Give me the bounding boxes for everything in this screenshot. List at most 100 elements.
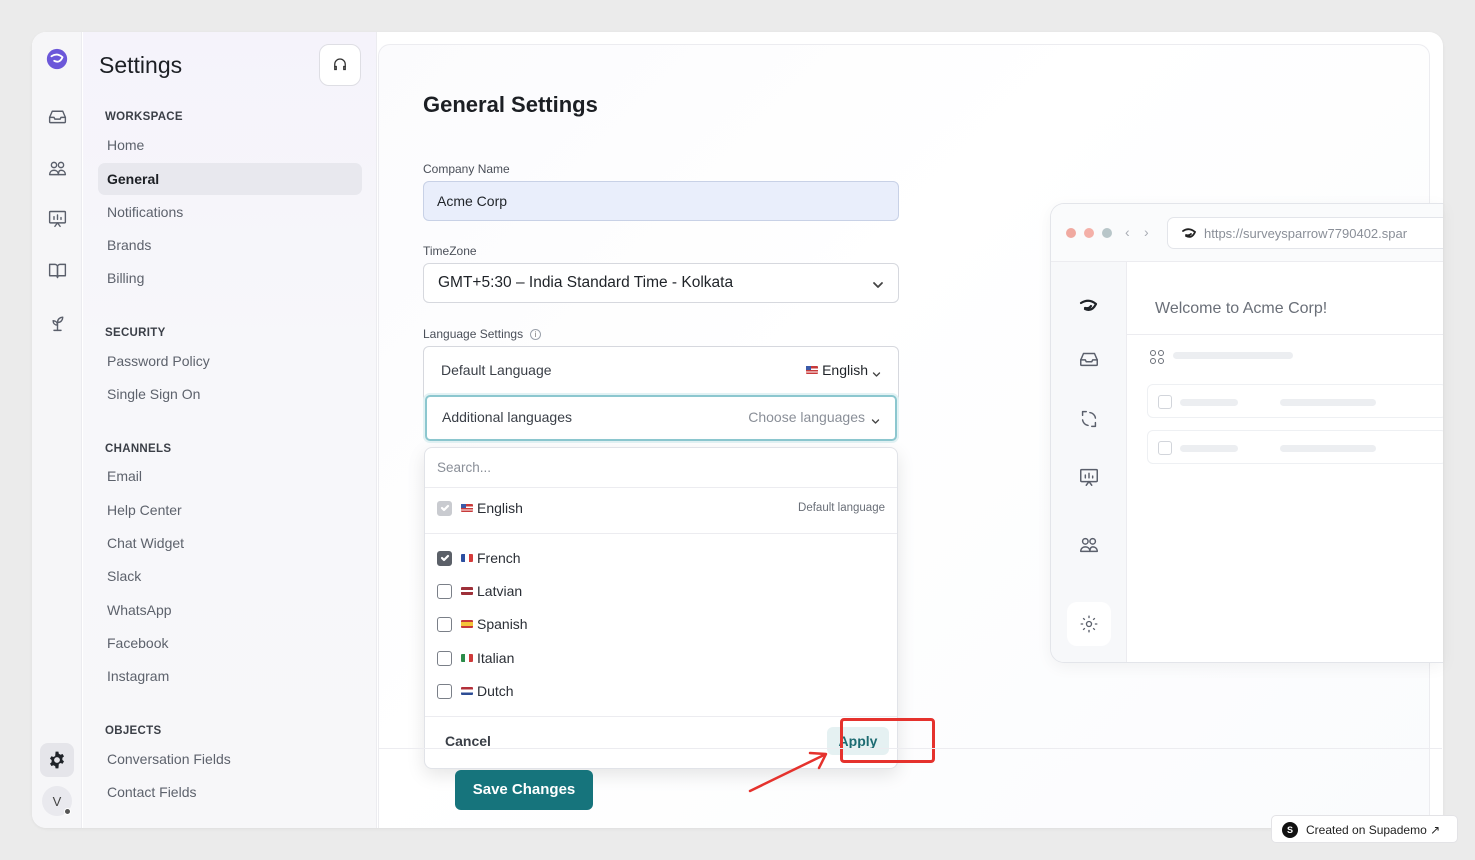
sidebar-item-slack[interactable]: Slack <box>107 568 141 584</box>
section-channels: CHANNELS <box>105 443 172 455</box>
italy-flag-icon <box>461 654 473 662</box>
users-icon[interactable] <box>45 156 69 180</box>
save-changes-button[interactable]: Save Changes <box>455 770 593 810</box>
sidebar-item-password-policy[interactable]: Password Policy <box>107 353 210 369</box>
chevron-down-icon <box>871 413 880 424</box>
section-security: SECURITY <box>105 327 166 339</box>
checkbox-icon <box>1158 395 1172 409</box>
option-label: Latvian <box>477 583 523 599</box>
preview-url-bar: https://surveysparrow7790402.spar <box>1167 217 1443 249</box>
sidebar-item-conversation-fields[interactable]: Conversation Fields <box>107 751 231 767</box>
sidebar-item-facebook[interactable]: Facebook <box>107 635 168 651</box>
section-objects: OBJECTS <box>105 725 162 737</box>
timezone-label: TimeZone <box>423 244 477 258</box>
checkbox-icon <box>1158 441 1172 455</box>
sidebar-item-help-center[interactable]: Help Center <box>107 502 182 518</box>
option-english: English <box>437 500 523 516</box>
conversation-icon <box>1078 408 1100 430</box>
avatar[interactable]: V <box>42 786 72 816</box>
checkbox-icon[interactable] <box>437 616 452 632</box>
section-workspace: WORKSPACE <box>105 111 183 123</box>
presence-dot <box>64 808 71 815</box>
headset-icon <box>334 58 346 71</box>
checkbox-checked-icon[interactable] <box>437 550 452 566</box>
knowledge-base-icon[interactable] <box>45 258 69 282</box>
company-name-input[interactable]: Acme Corp <box>423 181 899 221</box>
default-language-select[interactable]: English <box>806 362 868 378</box>
sidebar-item-contact-fields[interactable]: Contact Fields <box>107 784 196 800</box>
users-icon <box>1078 534 1100 556</box>
divider <box>1127 334 1443 335</box>
option-label: Italian <box>477 650 515 666</box>
chevron-down-icon <box>872 278 884 290</box>
preview-welcome-text: Welcome to Acme Corp! <box>1155 300 1328 317</box>
divider <box>425 533 897 534</box>
default-language-value: English <box>822 362 868 378</box>
timezone-value: GMT+5:30 – India Standard Time - Kolkata <box>438 274 734 291</box>
timezone-select[interactable]: GMT+5:30 – India Standard Time - Kolkata <box>423 263 899 303</box>
arrow-annotation-icon <box>748 751 828 793</box>
settings-sidebar: Settings WORKSPACE Home General Notifica… <box>83 32 377 828</box>
option-label: Spanish <box>477 616 528 632</box>
france-flag-icon <box>461 554 473 562</box>
forward-icon: › <box>1144 224 1149 240</box>
additional-languages-label: Additional languages <box>442 409 572 425</box>
preview-url: https://surveysparrow7790402.spar <box>1204 226 1408 241</box>
supademo-badge[interactable]: S Created on Supademo ↗ <box>1271 815 1458 843</box>
sidebar-item-billing[interactable]: Billing <box>107 270 144 286</box>
sidebar-item-chat-widget[interactable]: Chat Widget <box>107 535 184 551</box>
option-latvian[interactable]: Latvian <box>437 583 522 599</box>
logo-icon <box>1078 296 1100 318</box>
language-settings-box: Default Language English Additional lang… <box>423 346 899 442</box>
footer-divider <box>378 748 1442 749</box>
checkbox-icon[interactable] <box>437 650 452 666</box>
language-search-input[interactable]: Search... <box>425 448 897 488</box>
company-name-label: Company Name <box>423 162 510 176</box>
plant-icon[interactable] <box>45 310 69 334</box>
sidebar-item-brands[interactable]: Brands <box>107 237 151 253</box>
logo-icon <box>1182 228 1197 238</box>
settings-gear-icon[interactable] <box>40 743 74 777</box>
preview-row <box>1147 384 1443 418</box>
grid-icon <box>1150 350 1164 364</box>
latvia-flag-icon <box>461 587 473 595</box>
option-french[interactable]: French <box>437 550 521 566</box>
preview-window: ‹ › https://surveysparrow7790402.spar We… <box>1050 203 1443 663</box>
sidebar-item-instagram[interactable]: Instagram <box>107 668 169 684</box>
us-flag-icon <box>461 504 473 512</box>
reports-icon <box>1078 466 1100 488</box>
sidebar-item-whatsapp[interactable]: WhatsApp <box>107 602 172 618</box>
highlight-annotation <box>840 718 935 763</box>
sidebar-item-notifications[interactable]: Notifications <box>107 204 183 220</box>
sidebar-item-general[interactable]: General <box>107 171 159 187</box>
checkbox-icon[interactable] <box>437 683 452 699</box>
back-icon: ‹ <box>1125 224 1130 240</box>
sidebar-item-home[interactable]: Home <box>107 137 144 153</box>
default-language-label: Default Language <box>441 362 552 378</box>
sidebar-search-button[interactable] <box>319 44 361 86</box>
inbox-icon[interactable] <box>45 104 69 128</box>
us-flag-icon <box>806 366 819 374</box>
page-title: General Settings <box>423 92 598 117</box>
badge-text: Created on Supademo <box>1306 823 1427 837</box>
checkbox-icon[interactable] <box>437 583 452 599</box>
netherlands-flag-icon <box>461 687 473 695</box>
option-spanish[interactable]: Spanish <box>437 616 528 632</box>
option-italian[interactable]: Italian <box>437 650 514 666</box>
info-icon[interactable]: i <box>530 329 541 340</box>
reports-icon[interactable] <box>45 206 69 230</box>
option-dutch[interactable]: Dutch <box>437 683 514 699</box>
minimize-dot <box>1084 228 1094 238</box>
chevron-down-icon <box>872 366 881 377</box>
placeholder-bar <box>1180 399 1238 406</box>
preview-rail <box>1051 262 1127 662</box>
sidebar-item-email[interactable]: Email <box>107 468 142 484</box>
additional-languages-field[interactable]: Additional languages Choose languages <box>425 395 897 441</box>
sidebar-item-single-sign-on[interactable]: Single Sign On <box>107 386 200 402</box>
option-label: English <box>477 500 523 516</box>
language-settings-label: Language Settings <box>423 327 524 341</box>
logo-icon[interactable] <box>45 47 69 71</box>
cancel-button[interactable]: Cancel <box>445 733 491 749</box>
avatar-initial: V <box>52 793 62 809</box>
browser-toolbar: ‹ › https://surveysparrow7790402.spar <box>1051 204 1443 262</box>
